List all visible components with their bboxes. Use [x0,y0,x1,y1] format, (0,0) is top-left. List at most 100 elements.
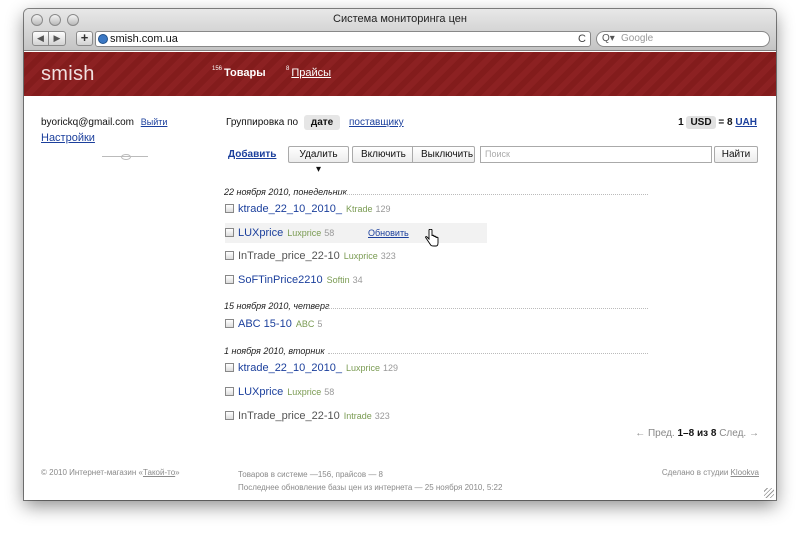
studio-link[interactable]: Klookva [731,468,759,477]
item-supplier: ABC [295,319,315,329]
nav-prices[interactable]: 8 Прайсы [286,66,331,79]
settings-link[interactable]: Настройки [41,132,95,144]
item-name[interactable]: SoFTinPrice2210 [238,274,323,286]
item-name[interactable]: LUXprice [238,386,283,398]
title-bar: Система мониторинга цен ◀ ▶ + smish.com.… [24,9,776,51]
item-supplier: Ktrade [345,204,373,214]
shop-link[interactable]: Такой-то [143,468,175,477]
date-group: 15 ноября 2010, четверг [224,301,648,311]
rate-left-currency[interactable]: USD [686,116,716,129]
back-button[interactable]: ◀ [32,31,49,46]
list-item[interactable]: InTrade_price_22-10 Intrade 323 [225,406,487,426]
item-checkbox[interactable] [225,251,234,260]
group-date: 15 ноября 2010, четверг [224,301,648,311]
item-checkbox[interactable] [225,387,234,396]
date-group: 1 ноября 2010, вторник [224,346,648,356]
list-item[interactable]: InTrade_price_22-10 Luxprice 323 [225,246,487,266]
item-checkbox[interactable] [225,204,234,213]
item-supplier: Softin [326,275,350,285]
prices-count: 8 [286,66,290,72]
url-text: smish.com.ua [110,33,178,45]
refresh-link[interactable]: Обновить [368,223,409,243]
item-count: 129 [383,363,399,373]
browser-search-placeholder: Google [621,33,654,44]
item-supplier: Luxprice [345,363,381,373]
item-name[interactable]: ABC 15-10 [238,318,292,330]
item-name[interactable]: ktrade_22_10_2010_ [238,203,342,215]
reload-icon[interactable]: C [578,32,586,46]
nav-prices-label: Прайсы [291,67,332,79]
user-email: byorickq@gmail.com [41,117,134,128]
disable-button[interactable]: Выключить [413,146,475,163]
add-bookmark-button[interactable]: + [76,31,93,46]
forward-button[interactable]: ▶ [49,31,66,46]
resize-grip-icon[interactable] [764,488,774,498]
date-group: 22 ноября 2010, понедельник [224,187,648,197]
enable-button[interactable]: Включить [352,146,413,163]
rate-right-currency[interactable]: UAH [735,117,757,128]
item-supplier: Luxprice [343,251,378,261]
group-date: 22 ноября 2010, понедельник [224,187,648,197]
add-button[interactable]: Добавить [228,149,276,160]
item-supplier: Luxprice [287,228,322,238]
rate-right-amount: 8 [726,117,733,128]
search-input[interactable]: Поиск [480,146,712,163]
group-date: 1 ноября 2010, вторник [224,346,648,356]
item-checkbox[interactable] [225,275,234,284]
site-logo[interactable]: smish [41,63,95,86]
item-name[interactable]: InTrade_price_22-10 [238,410,340,422]
group-by-date-button[interactable]: дате [303,115,341,130]
list-item[interactable]: ktrade_22_10_2010_ Luxprice 129 [225,358,487,378]
page-total: 8 [710,428,717,439]
delete-dropdown-button[interactable]: Удалить ▾ [288,146,349,175]
pagination: ← Пред. 1–8 из 8 След. → [635,428,759,439]
item-name[interactable]: InTrade_price_22-10 [238,250,340,262]
item-count: 323 [380,251,396,261]
hand-cursor-icon [425,229,439,247]
made-prefix: Сделано в студии [661,468,729,477]
rate-left-amount: 1 [678,117,684,128]
browser-window: Система мониторинга цен ◀ ▶ + smish.com.… [24,9,776,500]
item-checkbox[interactable] [225,228,234,237]
site-header: smish 156 Товары 8 Прайсы [24,52,776,96]
item-checkbox[interactable] [225,363,234,372]
nav-goods-label: Товары [224,67,266,79]
item-count: 58 [324,228,335,238]
copyright-suffix: » [175,468,180,477]
page-range: 1–8 [677,428,695,439]
stats-line-2: Последнее обновление базы цен из интерне… [238,483,503,492]
item-checkbox[interactable] [225,319,234,328]
item-name[interactable]: LUXprice [238,227,283,239]
logout-link[interactable]: Выйти [141,117,168,127]
group-by-supplier-link[interactable]: поставщику [349,117,404,128]
currency-rate: 1 USD = 8 UAH [678,116,757,129]
list-item[interactable]: ABC 15-10 ABC 5 [225,314,487,334]
goods-count: 156 [212,66,223,72]
rate-eq: = [718,117,725,128]
copyright: © 2010 Интернет-магазин «Такой-то» [41,468,180,477]
item-checkbox[interactable] [225,411,234,420]
grouping-label: Группировка по [226,117,299,128]
nav-goods[interactable]: 156 Товары [212,66,266,79]
find-button[interactable]: Найти [714,146,758,163]
page-content: byorickq@gmail.com Выйти Настройки Групп… [24,96,776,500]
item-name[interactable]: ktrade_22_10_2010_ [238,362,342,374]
list-item[interactable]: LUXprice Luxprice 58 [225,382,487,402]
copyright-prefix: © 2010 Интернет-магазин « [41,468,143,477]
list-item[interactable]: ktrade_22_10_2010_ Ktrade 129 [225,199,487,219]
page-of: из [696,428,709,439]
prev-page-link[interactable]: ← Пред. [635,428,674,439]
item-supplier: Luxprice [287,387,322,397]
list-item[interactable]: LUXprice Luxprice 58 Обновить [225,223,487,243]
item-count: 34 [352,275,363,285]
system-stats: Товаров в системе —156, прайсов — 8 Посл… [238,468,502,494]
magnifier-icon: Q▾ [602,33,615,44]
browser-search-field[interactable]: Q▾ Google [596,31,770,47]
grouping-control: Группировка по дате поставщику [226,115,404,130]
list-item[interactable]: SoFTinPrice2210 Softin 34 [225,270,487,290]
next-page-link[interactable]: След. → [719,428,759,439]
studio-credit: Сделано в студии Klookva [662,468,759,477]
address-bar[interactable]: smish.com.ua C [95,31,591,47]
ornament-divider [102,154,148,160]
site-globe-icon [98,34,108,44]
